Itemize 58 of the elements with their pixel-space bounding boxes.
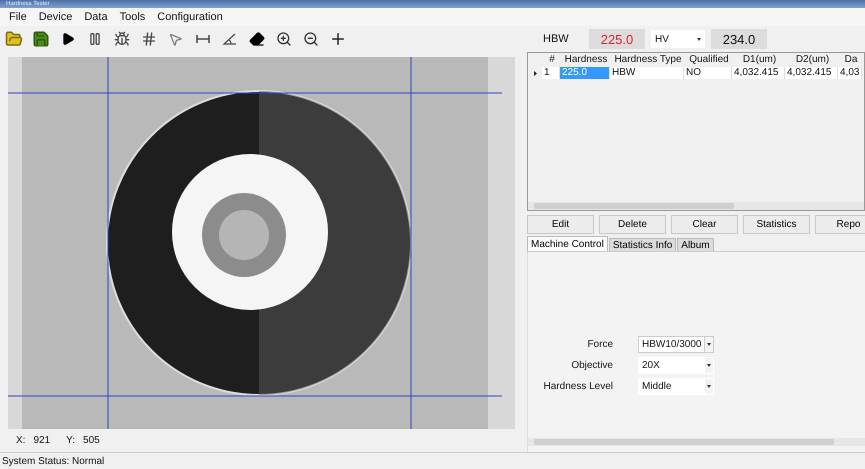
action-button[interactable]: Edit <box>527 215 594 234</box>
x-label: X: <box>16 434 26 448</box>
status-text: System Status: Normal <box>2 456 104 466</box>
menu-item[interactable]: Device <box>34 11 78 23</box>
menu-item[interactable]: File <box>4 11 32 23</box>
play-icon <box>60 32 74 46</box>
field-label: Objective <box>570 360 613 371</box>
action-button[interactable]: Statistics <box>743 215 810 234</box>
table-cell: NO <box>684 67 732 79</box>
table-cell: 4,032.415 <box>785 67 838 79</box>
dropdown-field[interactable]: HBW10/3000 <box>638 336 714 353</box>
column-header[interactable]: D2(um) <box>785 54 838 66</box>
menu-item[interactable]: Tools <box>114 11 150 23</box>
menu-item[interactable]: Data <box>79 11 113 23</box>
y-label: Y: <box>66 434 76 448</box>
zoom-in-icon <box>276 31 292 48</box>
table-cell: 225.0 <box>560 67 610 79</box>
eraser-icon <box>248 31 264 48</box>
caret-icon <box>707 343 711 346</box>
dropdown-field[interactable]: Middle <box>638 378 714 395</box>
action-button[interactable]: Repo <box>815 215 865 234</box>
scale-dropdown[interactable]: HV <box>651 30 705 48</box>
x-value: 921 <box>33 434 50 448</box>
open-folder-icon <box>4 30 22 48</box>
caret-icon <box>707 364 711 367</box>
column-header[interactable]: Da <box>838 54 862 66</box>
zoom-out-icon <box>302 31 318 48</box>
dropdown-field[interactable]: 20X <box>638 357 714 374</box>
column-header[interactable]: Hardness Type <box>610 54 684 66</box>
cursor-icon <box>168 32 183 47</box>
hardness-value: 225.0 <box>589 29 645 49</box>
grid-icon <box>140 31 156 48</box>
menu-item[interactable]: Configuration <box>152 11 228 23</box>
action-button[interactable]: Delete <box>599 215 666 234</box>
table-cell: 4,03 <box>838 67 862 79</box>
tab[interactable]: Album <box>677 238 714 251</box>
table-cell: HBW <box>610 67 684 79</box>
save-icon <box>32 30 50 48</box>
column-header[interactable]: # <box>542 54 560 66</box>
column-header[interactable]: Qualified <box>684 54 732 66</box>
y-value: 505 <box>83 434 100 448</box>
caret-icon <box>697 38 701 40</box>
column-header[interactable]: D1(um) <box>732 54 785 66</box>
hardness-label: HBW <box>543 33 570 45</box>
tab[interactable]: Statistics Info <box>608 238 676 251</box>
horizontal-scrollbar[interactable] <box>528 202 864 210</box>
table-cell: 4,032.415 <box>732 67 785 79</box>
field-label: Hardness Level <box>542 381 613 392</box>
field-label: Force <box>586 339 613 350</box>
column-header[interactable]: Hardness <box>560 54 610 66</box>
action-button[interactable]: Clear <box>671 215 738 234</box>
tab[interactable]: Machine Control <box>527 236 608 251</box>
angle-icon <box>222 31 238 48</box>
pause-icon <box>88 32 102 46</box>
horizontal-scrollbar[interactable] <box>528 438 865 446</box>
caret-icon <box>707 385 711 388</box>
converted-value: 234.0 <box>711 29 767 49</box>
table-cell: 1 <box>542 67 560 79</box>
